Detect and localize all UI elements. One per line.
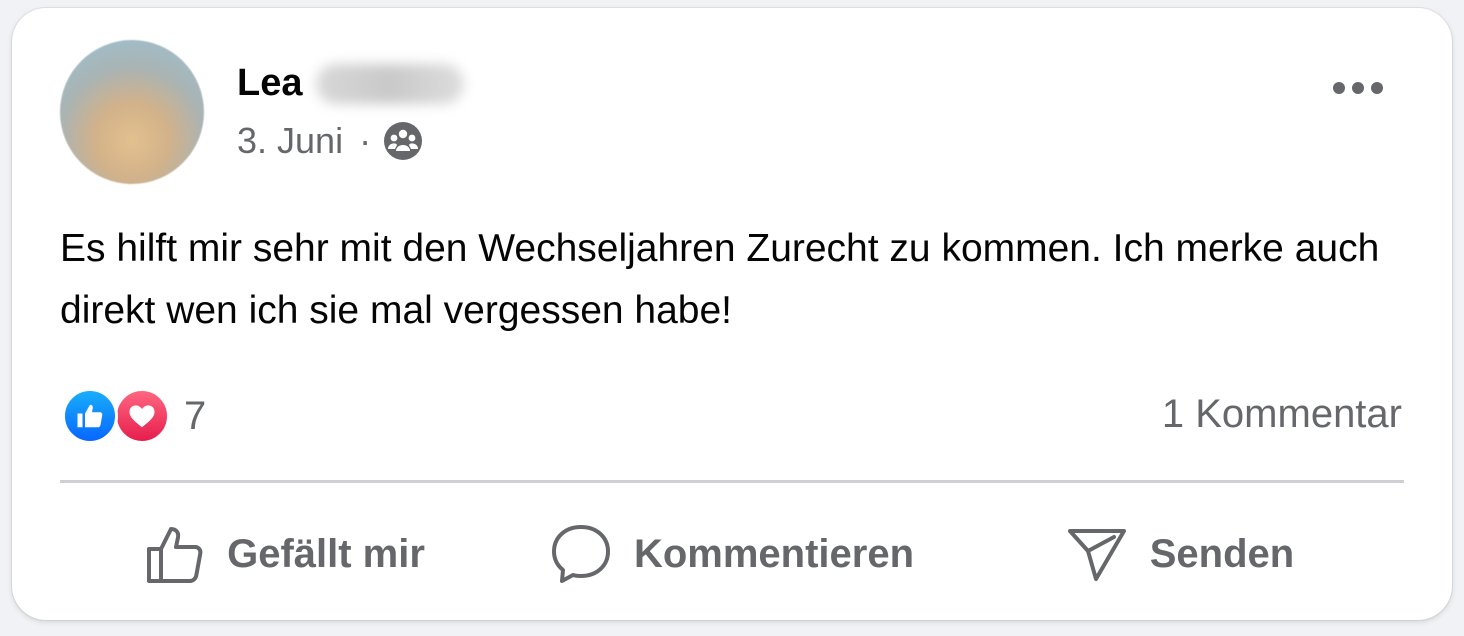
meta-separator: · xyxy=(359,120,372,161)
like-button[interactable]: Gefällt mir xyxy=(60,508,508,600)
comment-button[interactable]: Kommentieren xyxy=(508,508,956,600)
reactions-summary[interactable]: 7 xyxy=(62,388,206,444)
avatar[interactable] xyxy=(60,40,204,184)
post-text: Es hilft mir sehr mit den Wechseljahren … xyxy=(60,227,1380,332)
thumbs-up-icon xyxy=(147,527,203,583)
like-button-label: Gefällt mir xyxy=(227,531,425,576)
post-date[interactable]: 3. Juni xyxy=(237,120,343,162)
reaction-count: 7 xyxy=(184,393,207,438)
friends-icon[interactable] xyxy=(383,121,423,161)
author-last-name-redacted xyxy=(316,63,465,104)
post-meta: 3. Juni · xyxy=(237,120,423,162)
send-icon xyxy=(1067,529,1126,581)
more-options-button[interactable] xyxy=(1330,74,1386,102)
comments-count-link[interactable]: 1 Kommentar xyxy=(1162,392,1402,437)
divider xyxy=(60,480,1404,483)
post-card: Lea 3. Juni · Es hilft mir sehr mit den … xyxy=(12,8,1452,620)
love-reaction-icon xyxy=(114,388,170,444)
comment-bubble-icon xyxy=(551,525,610,583)
action-bar: Gefällt mir Kommentieren Senden xyxy=(60,508,1404,600)
comment-button-label: Kommentieren xyxy=(633,531,915,576)
send-button[interactable]: Senden xyxy=(956,508,1404,600)
author-name[interactable]: Lea xyxy=(237,62,465,105)
like-reaction-icon xyxy=(62,388,118,444)
more-dots-icon xyxy=(1333,82,1383,94)
send-button-label: Senden xyxy=(1149,531,1295,576)
author-first-name[interactable]: Lea xyxy=(237,62,302,105)
